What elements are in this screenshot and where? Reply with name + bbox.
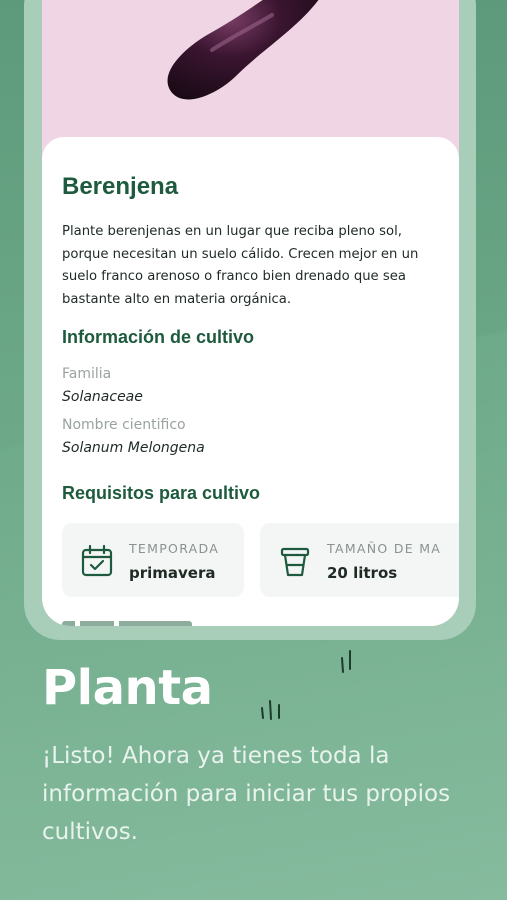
- plant-detail-card: Berenjena Plante berenjenas en un lugar …: [42, 137, 459, 626]
- scientific-name-value: Solanum Melongena: [62, 440, 205, 456]
- scientific-name-label: Nombre cientifico: [62, 417, 186, 433]
- requirement-card-pot-size[interactable]: TAMAÑO DE MA 20 litros: [260, 523, 459, 597]
- season-label: TEMPORADA: [129, 541, 220, 556]
- requirements-heading: Requisitos para cultivo: [62, 483, 261, 503]
- phone-screen: Berenjena Plante berenjenas en un lugar …: [42, 0, 459, 626]
- pot-size-label: TAMAÑO DE MA: [327, 541, 442, 556]
- season-value: primavera: [129, 564, 216, 582]
- pot-icon: [280, 547, 310, 577]
- requirement-card-season[interactable]: TEMPORADA primavera: [62, 523, 244, 597]
- pot-size-value: 20 litros: [327, 564, 398, 582]
- plant-name: Berenjena: [62, 173, 179, 200]
- family-value: Solanaceae: [62, 389, 143, 405]
- next-section-peek: [62, 615, 262, 626]
- family-label: Familia: [62, 366, 112, 382]
- promo-subtitle: ¡Listo! Ahora ya tienes toda la informac…: [42, 743, 451, 845]
- promo-title: Planta: [42, 660, 213, 716]
- crop-info-heading: Información de cultivo: [62, 327, 255, 347]
- decoration-marks-bottom: [261, 700, 280, 720]
- eggplant-image: [167, 0, 319, 100]
- decoration-marks-top: [341, 650, 351, 673]
- plant-description: Plante berenjenas en un lugar que reciba…: [62, 224, 419, 307]
- calendar-icon: [81, 544, 113, 577]
